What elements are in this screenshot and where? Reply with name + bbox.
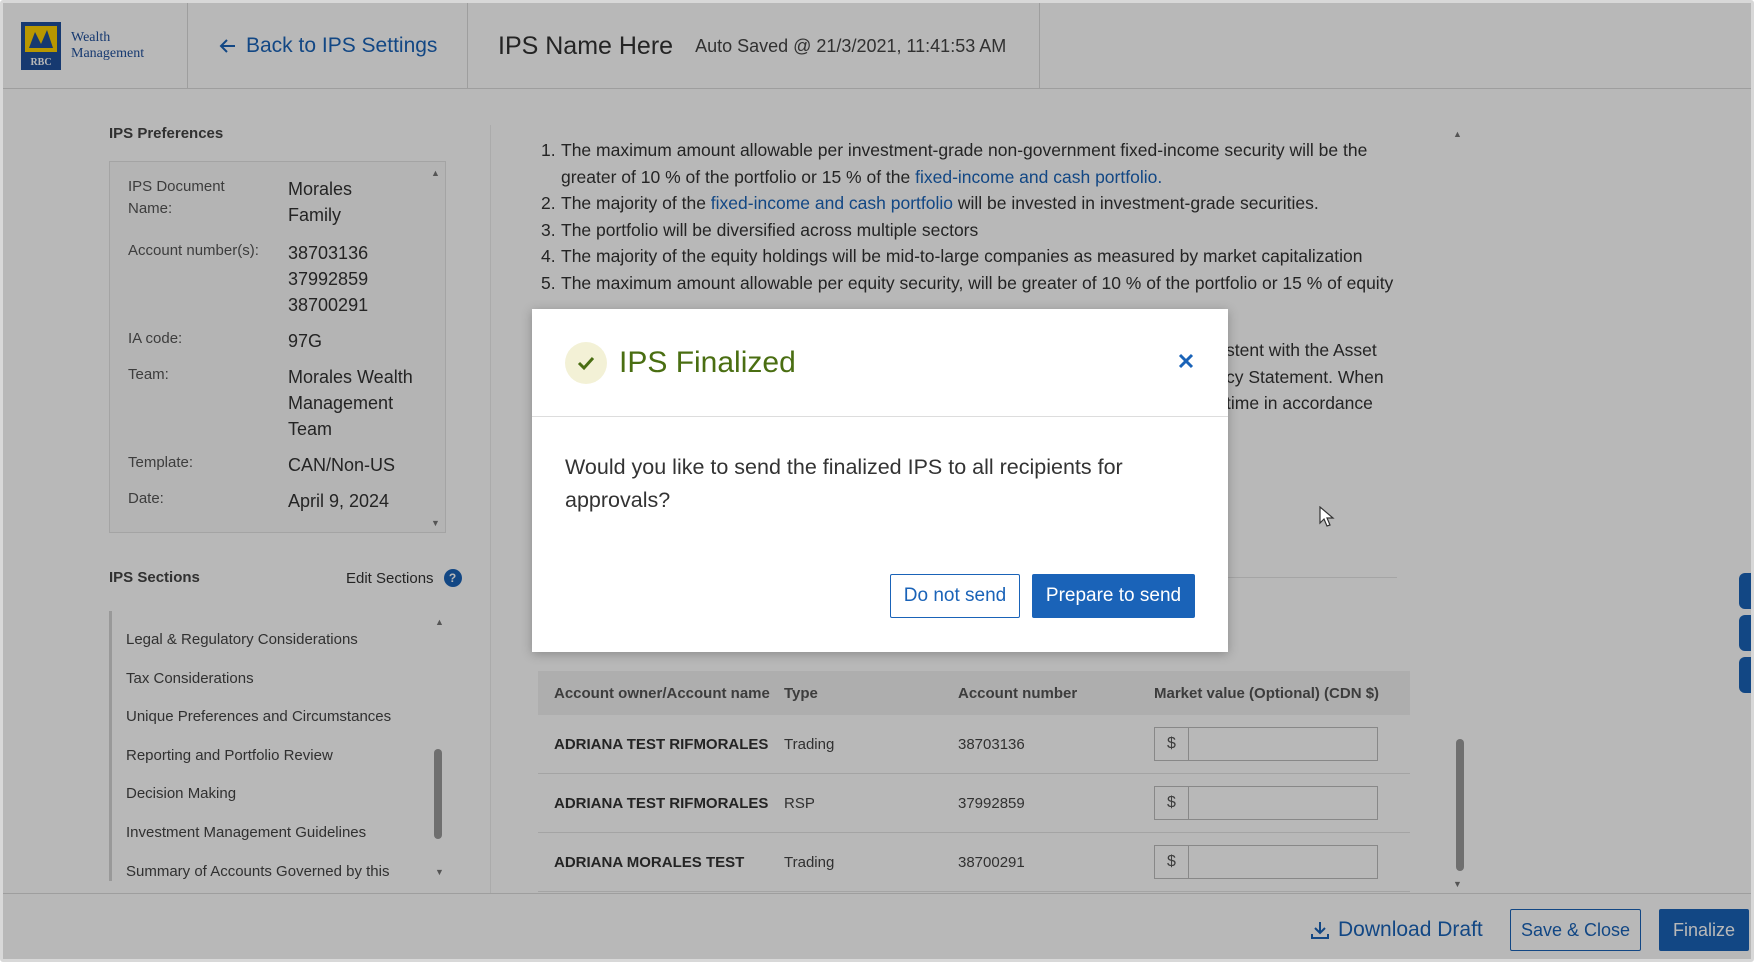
dialog-message: Would you like to send the finalized IPS… — [565, 455, 1123, 512]
dialog-actions: Do not send Prepare to send — [890, 574, 1195, 618]
mouse-cursor-icon — [1319, 506, 1335, 527]
app-window: RBC Wealth Management Back to IPS Settin… — [0, 0, 1754, 962]
check-icon — [565, 341, 607, 384]
dialog-title: IPS Finalized — [619, 345, 796, 379]
ips-finalized-dialog: IPS Finalized Would you like to send the… — [532, 309, 1228, 652]
dialog-header: IPS Finalized — [532, 309, 1228, 417]
close-icon[interactable] — [1174, 349, 1198, 373]
prepare-to-send-button[interactable]: Prepare to send — [1032, 574, 1195, 618]
do-not-send-button[interactable]: Do not send — [890, 574, 1020, 618]
